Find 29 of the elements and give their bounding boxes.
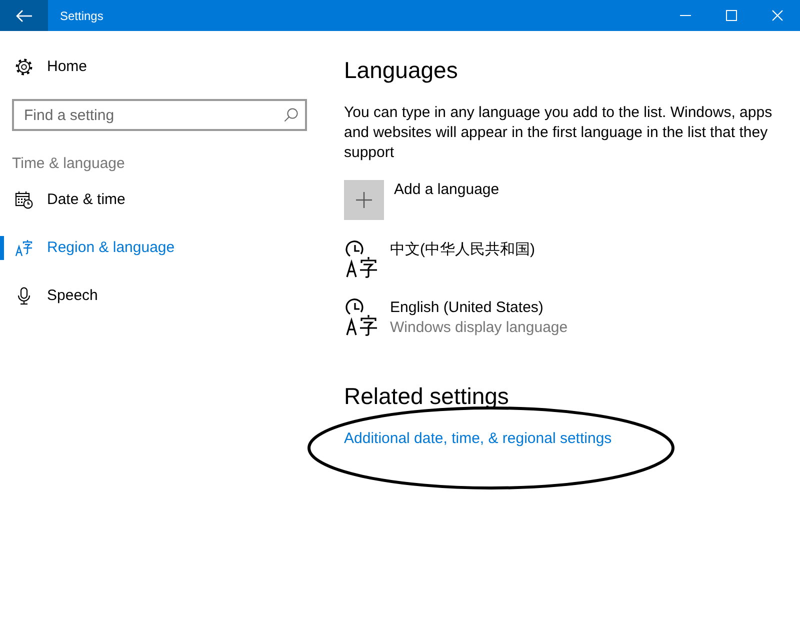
section-label: Time & language bbox=[12, 154, 125, 174]
plus-icon bbox=[344, 180, 384, 220]
close-icon bbox=[772, 10, 782, 21]
language-subtitle: Windows display language bbox=[390, 318, 568, 338]
back-button[interactable] bbox=[0, 0, 48, 31]
nav-item[interactable]: Region & language bbox=[0, 224, 320, 272]
home-link[interactable]: Home bbox=[0, 43, 320, 91]
search-field[interactable]: Find a setting bbox=[12, 99, 307, 131]
calendar-clock-icon bbox=[15, 190, 33, 208]
section-heading: Languages bbox=[344, 56, 458, 85]
description-text: You can type in any language you add to the list. Windows, apps and websites will appear in the first language in the list that they support bbox=[344, 103, 774, 163]
back-icon bbox=[16, 10, 32, 22]
nav-item[interactable]: Speech bbox=[0, 272, 320, 320]
language-name[interactable]: English (United States) bbox=[390, 298, 568, 318]
window-title: Settings bbox=[60, 8, 104, 24]
search-icon bbox=[284, 108, 298, 122]
language-icon bbox=[344, 240, 378, 278]
language-name[interactable]: 中文(中华人民共和国) bbox=[390, 240, 535, 260]
nav-item[interactable]: Date & time bbox=[0, 176, 320, 224]
language-icon bbox=[344, 298, 378, 336]
minimize-icon bbox=[680, 15, 690, 16]
selection-bar bbox=[0, 236, 4, 260]
add-language-button[interactable]: Add a language bbox=[344, 180, 500, 220]
language-icon bbox=[15, 238, 33, 256]
settings-icon bbox=[15, 58, 33, 76]
maximize-icon bbox=[726, 10, 736, 21]
settings-link[interactable]: Additional date, time, & regional settings bbox=[344, 429, 612, 449]
section-heading: Related settings bbox=[344, 382, 509, 411]
microphone-icon bbox=[15, 286, 33, 304]
